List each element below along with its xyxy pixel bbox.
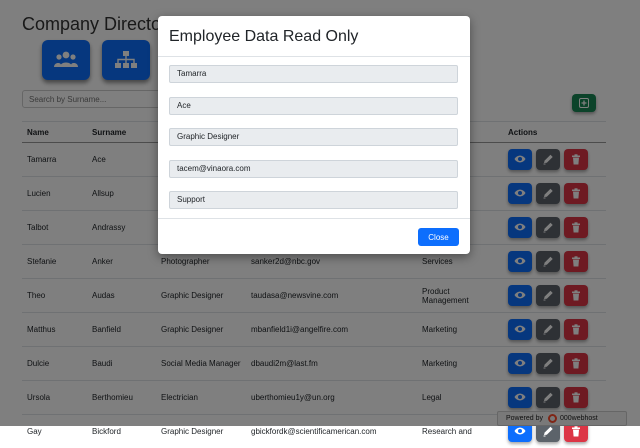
close-button[interactable]: Close [418,228,459,246]
first-name-field[interactable]: Tamarra [169,65,458,83]
surname-field[interactable]: Ace [169,97,458,115]
email-field[interactable]: tacem@vinaora.com [169,160,458,178]
employee-modal: Employee Data Read Only Tamarra Ace Grap… [158,16,470,254]
department-field[interactable]: Support [169,191,458,209]
job-title-field[interactable]: Graphic Designer [169,128,458,146]
modal-title: Employee Data Read Only [158,16,470,57]
